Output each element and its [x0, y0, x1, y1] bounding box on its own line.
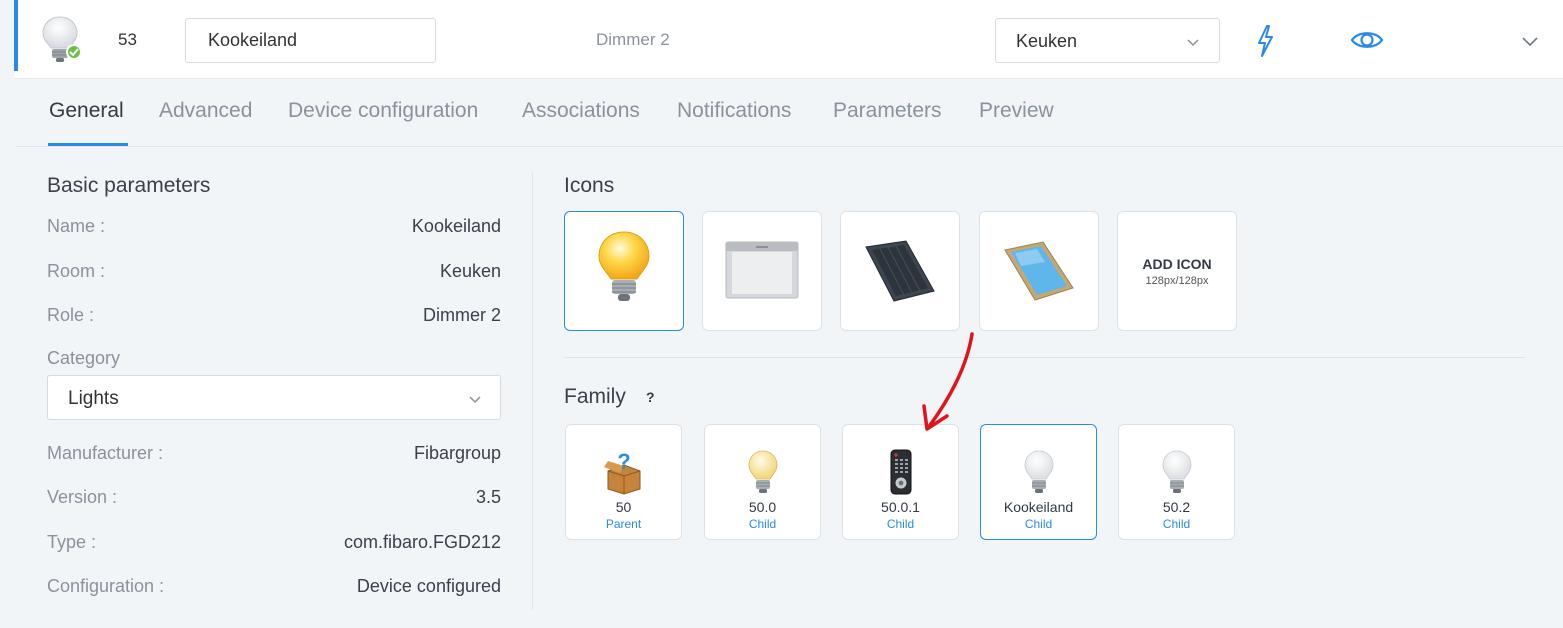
lightbulb-off-icon: [1162, 450, 1191, 493]
header-accent-bar: [14, 0, 18, 71]
configuration-label: Configuration :: [47, 576, 165, 596]
family-title: Family: [564, 385, 626, 408]
blind-icon: [725, 241, 799, 299]
tab-bar: General Advanced Device configuration As…: [16, 79, 1563, 147]
tab-notifications[interactable]: Notifications: [677, 99, 791, 123]
category-label: Category: [47, 348, 121, 368]
add-icon-title: ADD ICON: [1142, 255, 1212, 272]
icons-title: Icons: [564, 174, 615, 197]
tab-device-configuration[interactable]: Device configuration: [288, 99, 478, 123]
icon-option-blind[interactable]: [702, 211, 822, 331]
family-item-child[interactable]: 50.2 Child: [1118, 424, 1235, 540]
chevron-down-icon[interactable]: [1521, 35, 1539, 47]
icon-option-solar-panel[interactable]: [840, 211, 960, 331]
solar-panel-icon: [865, 240, 935, 302]
basic-parameters-title: Basic parameters: [47, 174, 211, 197]
manufacturer-label: Manufacturer :: [47, 443, 164, 463]
family-item-child[interactable]: 50.0.1 Child: [842, 424, 959, 540]
remote-control-icon: [890, 449, 911, 495]
active-tab-indicator: [48, 143, 128, 146]
family-item-relation: Child: [1024, 517, 1053, 531]
svg-text:?: ?: [617, 449, 630, 474]
device-id: 53: [118, 30, 137, 49]
lightbulb-on-icon: [748, 450, 777, 493]
manufacturer-value: Fibargroup: [413, 443, 501, 463]
section-divider: [564, 357, 1525, 358]
family-item-label: 50.0: [748, 499, 777, 515]
add-icon-button[interactable]: ADD ICON 128px/128px: [1117, 211, 1237, 331]
type-value: com.fibaro.FGD212: [343, 532, 501, 552]
tab-advanced[interactable]: Advanced: [159, 99, 252, 123]
lightning-icon[interactable]: [1254, 24, 1276, 58]
category-select[interactable]: Lights: [47, 375, 501, 420]
family-item-label: 50.0.1: [881, 499, 920, 515]
version-label: Version :: [47, 487, 118, 507]
family-item-label: Kookeiland: [1003, 499, 1074, 515]
room-select[interactable]: Keuken: [995, 18, 1220, 63]
category-select-value: Lights: [68, 388, 119, 409]
icon-option-window[interactable]: [979, 211, 1099, 331]
family-item-relation: Child: [1162, 517, 1191, 531]
chevron-down-icon: [1187, 39, 1199, 47]
tab-general[interactable]: General: [49, 99, 124, 123]
unknown-box-icon: ?: [603, 449, 640, 495]
window-icon: [1004, 241, 1074, 301]
family-item-relation: Child: [748, 517, 777, 531]
role-value: Dimmer 2: [422, 305, 501, 325]
role-label: Role :: [47, 305, 95, 325]
device-role: Dimmer 2: [596, 30, 670, 49]
room-label: Room :: [47, 261, 106, 281]
device-header: 53 Dimmer 2 Keuken: [14, 0, 1563, 79]
status-ok-icon: [66, 44, 82, 60]
family-item-relation: Parent: [605, 517, 642, 531]
room-value: Keuken: [439, 261, 501, 281]
device-name-input[interactable]: [185, 18, 436, 63]
family-item-parent[interactable]: ? 50 Parent: [565, 424, 682, 540]
icon-option-lightbulb[interactable]: [564, 211, 684, 331]
type-label: Type :: [47, 532, 97, 552]
tab-parameters[interactable]: Parameters: [833, 99, 942, 123]
column-divider: [532, 173, 533, 610]
version-value: 3.5: [475, 487, 501, 507]
add-icon-size-hint: 128px/128px: [1145, 274, 1209, 287]
tab-preview[interactable]: Preview: [979, 99, 1054, 123]
family-item-child[interactable]: 50.0 Child: [704, 424, 821, 540]
room-select-value: Keuken: [1016, 31, 1078, 51]
family-item-relation: Child: [886, 517, 915, 531]
lightbulb-off-icon: [1024, 450, 1053, 493]
eye-icon[interactable]: [1350, 28, 1384, 52]
help-icon[interactable]: ?: [646, 389, 655, 405]
family-item-label: 50: [615, 499, 632, 515]
chevron-down-icon: [469, 396, 481, 404]
tab-associations[interactable]: Associations: [522, 99, 640, 123]
name-label: Name :: [47, 216, 106, 236]
lightbulb-on-icon: [598, 231, 650, 301]
configuration-value: Device configured: [356, 576, 501, 596]
family-item-label: 50.2: [1162, 499, 1191, 515]
name-value: Kookeiland: [411, 216, 501, 236]
family-item-current[interactable]: Kookeiland Child: [980, 424, 1097, 540]
